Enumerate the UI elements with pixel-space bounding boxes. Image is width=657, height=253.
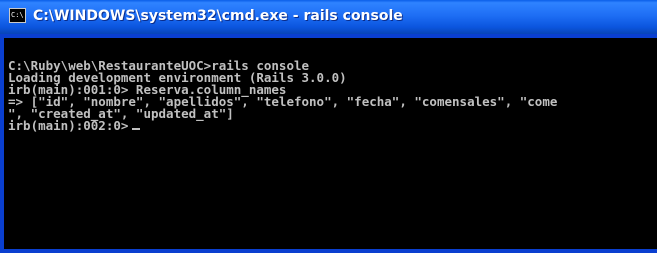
cmd-window: C:\ C:\WINDOWS\system32\cmd.exe - rails … [0,0,657,253]
console-prompt: irb(main):002:0> [8,118,129,133]
window-title: C:\WINDOWS\system32\cmd.exe - rails cons… [33,8,403,24]
cmd-icon[interactable]: C:\ [9,8,26,23]
console-area[interactable]: C:\Ruby\web\RestauranteUOC>rails console… [4,38,657,249]
text-cursor [132,128,141,130]
title-bar[interactable]: C:\ C:\WINDOWS\system32\cmd.exe - rails … [0,0,657,34]
console-output: C:\Ruby\web\RestauranteUOC>rails console… [8,59,557,133]
console-prompt-line[interactable]: irb(main):002:0> [8,118,557,133]
